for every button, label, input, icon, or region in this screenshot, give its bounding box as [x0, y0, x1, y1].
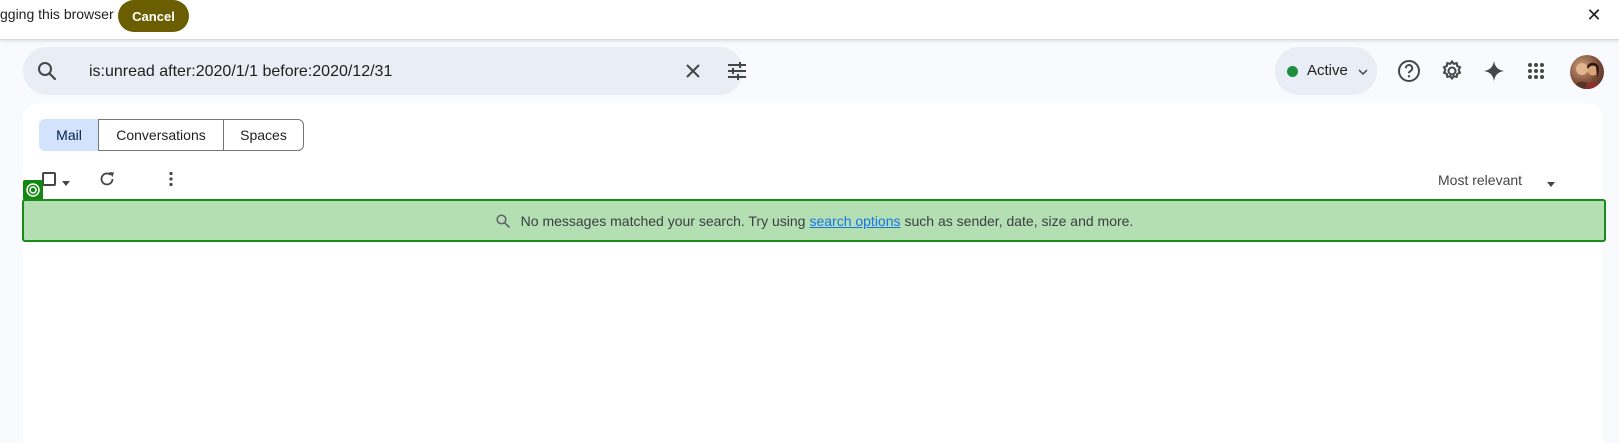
status-dot-icon [1287, 66, 1298, 77]
settings-icon[interactable] [1439, 58, 1465, 84]
status-label: Active [1307, 62, 1348, 79]
search-bar [23, 47, 746, 95]
help-icon[interactable] [1396, 58, 1422, 84]
search-options-link[interactable]: search options [809, 213, 900, 229]
close-banner-icon[interactable]: ✕ [1583, 4, 1605, 26]
no-results-suffix: such as sender, date, size and more. [904, 212, 1134, 229]
select-all-checkbox[interactable] [42, 172, 56, 186]
refresh-icon[interactable] [97, 169, 117, 189]
sort-caret-icon[interactable] [1546, 176, 1556, 187]
tab-conversations[interactable]: Conversations [98, 119, 224, 151]
account-avatar[interactable] [1570, 55, 1604, 89]
results-panel: Mail Conversations Spaces Most relevant … [22, 103, 1606, 443]
debugging-banner-text: gging this browser [0, 6, 114, 22]
tab-mail[interactable]: Mail [39, 119, 99, 151]
no-results-text: No messages matched your search. Try usi… [520, 212, 806, 229]
no-results-banner: No messages matched your search. Try usi… [22, 199, 1606, 242]
search-icon[interactable] [35, 59, 59, 83]
cancel-debugging-button[interactable]: Cancel [118, 0, 189, 32]
sort-dropdown[interactable]: Most relevant [1438, 172, 1522, 188]
status-chip[interactable]: Active [1275, 47, 1377, 95]
apps-grid-icon[interactable] [1523, 58, 1549, 84]
focus-target-icon [23, 180, 43, 200]
search-icon [495, 213, 511, 229]
search-input[interactable] [89, 61, 629, 83]
select-options-caret-icon[interactable] [61, 175, 71, 186]
tab-spaces[interactable]: Spaces [223, 119, 304, 151]
more-options-icon[interactable] [161, 169, 181, 189]
chevron-down-icon [1357, 65, 1369, 77]
list-toolbar: Most relevant [23, 165, 1603, 197]
debugging-banner: gging this browser Cancel ✕ [0, 0, 1619, 40]
gemini-sparkle-icon[interactable] [1481, 58, 1507, 84]
search-options-tune-icon[interactable] [725, 59, 749, 83]
clear-search-icon[interactable] [681, 59, 705, 83]
